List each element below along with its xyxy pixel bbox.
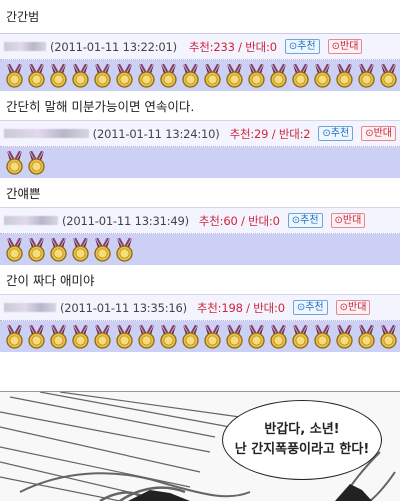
medal-icon	[136, 324, 157, 349]
recommend-button[interactable]: ⊙추천	[287, 213, 323, 228]
medal-icon	[246, 63, 267, 88]
medal-icon	[26, 237, 47, 262]
comment-header: (2011-01-11 13:22:01) 추천:233 / 반대:0 ⊙추천 …	[0, 34, 400, 60]
medal-icon	[158, 324, 179, 349]
medal-icon	[48, 237, 69, 262]
comment-text: 간단히 말해 미분가능이면 연속이다.	[0, 91, 400, 121]
oppose-button[interactable]: ⊙반대	[330, 213, 366, 228]
medal-icon	[290, 324, 311, 349]
medal-icon	[48, 63, 69, 88]
vote-count: 추천:198 / 반대:0	[196, 300, 285, 315]
medal-icon	[114, 237, 135, 262]
medal-icon	[26, 324, 47, 349]
medal-icon	[114, 324, 135, 349]
thumbs-down-icon: ⊙	[334, 215, 343, 226]
medal-icon	[26, 150, 47, 175]
medal-icon	[268, 324, 289, 349]
blurred-nickname	[4, 216, 58, 225]
medal-icon	[70, 63, 91, 88]
comment-timestamp: (2011-01-11 13:22:01)	[50, 39, 177, 54]
comment-item: (2011-01-11 13:35:16) 추천:198 / 반대:0 ⊙추천 …	[0, 295, 400, 352]
comment-item: (2011-01-11 13:22:01) 추천:233 / 반대:0 ⊙추천 …	[0, 34, 400, 121]
medal-icon	[334, 63, 355, 88]
medal-icon	[356, 324, 377, 349]
medal-icon	[202, 63, 223, 88]
thumbs-down-icon: ⊙	[339, 302, 349, 313]
medal-icon	[290, 63, 311, 88]
vote-count: 추천:60 / 반대:0	[198, 213, 280, 228]
medal-icon	[312, 63, 333, 88]
speech-line-2: 난 간지폭풍이라고 한다!	[234, 442, 370, 457]
medal-row	[0, 147, 400, 178]
comment-header: (2011-01-11 13:35:16) 추천:198 / 반대:0 ⊙추천 …	[0, 295, 400, 321]
medal-icon	[4, 63, 25, 88]
medal-row	[0, 234, 400, 265]
comment-timestamp: (2011-01-11 13:35:16)	[60, 300, 187, 315]
medal-icon	[4, 324, 25, 349]
comment-timestamp: (2011-01-11 13:31:49)	[62, 213, 189, 228]
speech-bubble: 반갑다, 소년! 난 간지폭풍이라고 한다!	[222, 400, 382, 480]
comment-header: (2011-01-11 13:31:49) 추천:60 / 반대:0 ⊙추천 ⊙…	[0, 208, 400, 234]
recommend-button[interactable]: ⊙추천	[292, 300, 328, 315]
comic-panel-image: 반갑다, 소년! 난 간지폭풍이라고 한다!	[0, 391, 400, 501]
speech-line-1: 반갑다, 소년!	[264, 422, 340, 437]
blurred-nickname	[4, 303, 56, 312]
medal-icon	[48, 324, 69, 349]
comment-list: (2011-01-11 13:22:01) 추천:233 / 반대:0 ⊙추천 …	[0, 34, 400, 352]
oppose-button[interactable]: ⊙반대	[327, 39, 363, 54]
medal-row	[0, 321, 400, 352]
comment-text: 간이 짜다 애미야	[0, 265, 400, 295]
medal-icon	[92, 237, 113, 262]
blurred-nickname	[4, 42, 46, 51]
medal-icon	[224, 63, 245, 88]
medal-icon	[4, 150, 25, 175]
medal-row	[0, 60, 400, 91]
thumbs-up-icon: ⊙	[291, 215, 301, 226]
medal-icon	[180, 324, 201, 349]
medal-icon	[92, 63, 113, 88]
oppose-button[interactable]: ⊙반대	[335, 300, 371, 315]
medal-icon	[312, 324, 333, 349]
medal-icon	[246, 324, 267, 349]
vote-count: 추천:233 / 반대:0	[188, 39, 277, 54]
thumbs-down-icon: ⊙	[331, 41, 341, 52]
thumbs-up-icon: ⊙	[296, 302, 306, 313]
thumbs-up-icon: ⊙	[322, 128, 331, 139]
vote-count: 추천:29 / 반대:2	[229, 126, 311, 141]
medal-icon	[334, 324, 355, 349]
recommend-button[interactable]: ⊙추천	[284, 39, 320, 54]
medal-icon	[114, 63, 135, 88]
oppose-button[interactable]: ⊙반대	[361, 126, 396, 141]
previous-comment-text: 간간범	[6, 10, 40, 24]
medal-icon	[158, 63, 179, 88]
recommend-button[interactable]: ⊙추천	[318, 126, 354, 141]
medal-icon	[180, 63, 201, 88]
medal-icon	[4, 237, 25, 262]
medal-icon	[70, 237, 91, 262]
comment-header: (2011-01-11 13:24:10) 추천:29 / 반대:2 ⊙추천 ⊙…	[0, 121, 400, 147]
comment-timestamp: (2011-01-11 13:24:10)	[92, 126, 220, 141]
medal-icon	[378, 63, 399, 88]
medal-icon	[268, 63, 289, 88]
medal-icon	[202, 324, 223, 349]
medal-icon	[224, 324, 245, 349]
previous-comment-text-row: 간간범	[0, 0, 400, 34]
thumbs-up-icon: ⊙	[288, 41, 298, 52]
comment-item: (2011-01-11 13:24:10) 추천:29 / 반대:2 ⊙추천 ⊙…	[0, 121, 400, 208]
thumbs-down-icon: ⊙	[365, 128, 374, 139]
medal-icon	[136, 63, 157, 88]
medal-icon	[356, 63, 377, 88]
medal-icon	[92, 324, 113, 349]
medal-icon	[26, 63, 47, 88]
comment-item: (2011-01-11 13:31:49) 추천:60 / 반대:0 ⊙추천 ⊙…	[0, 208, 400, 295]
medal-icon	[70, 324, 91, 349]
medal-icon	[378, 324, 399, 349]
comment-text: 간얘쁜	[0, 178, 400, 208]
blurred-nickname	[4, 129, 89, 138]
